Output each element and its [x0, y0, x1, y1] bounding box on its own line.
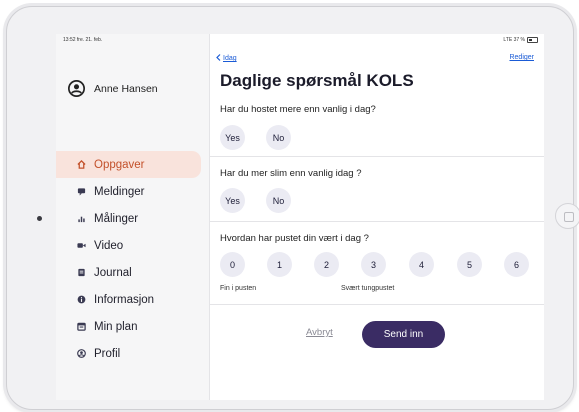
send-button[interactable]: Send inn: [362, 321, 445, 348]
user-avatar-icon: [68, 80, 85, 97]
divider: [210, 304, 544, 305]
sidebar-item-label: Informasjon: [94, 293, 155, 306]
scale-option-6[interactable]: 6: [504, 252, 529, 277]
status-indicators: LTE 37 %: [503, 37, 538, 43]
scale-option-4[interactable]: 4: [409, 252, 434, 277]
scale-min-label: Fin i pusten: [220, 285, 257, 292]
q1-no-button[interactable]: No: [266, 125, 291, 150]
scale-option-3[interactable]: 3: [361, 252, 386, 277]
sidebar-item-min-plan[interactable]: Min plan: [56, 313, 209, 340]
video-icon: [76, 240, 87, 251]
divider: [210, 156, 544, 157]
sidebar-item-label: Målinger: [94, 212, 139, 225]
sidebar-item-profil[interactable]: Profil: [56, 340, 209, 367]
chat-icon: [76, 186, 87, 197]
page-title: Daglige spørsmål KOLS: [220, 71, 414, 90]
sidebar-item-journal[interactable]: Journal: [56, 259, 209, 286]
info-icon: [76, 294, 87, 305]
sidebar-nav: Oppgaver Meldinger Målinger Video Journa…: [56, 151, 209, 367]
home-icon: [76, 159, 87, 170]
scale-option-0[interactable]: 0: [220, 252, 245, 277]
chevron-left-icon: [216, 54, 221, 63]
plan-icon: [76, 321, 87, 332]
app-screen: 13:52 fre. 21. feb. Anne Hansen Oppgaver: [56, 34, 544, 400]
scale-option-5[interactable]: 5: [457, 252, 482, 277]
user-profile[interactable]: Anne Hansen: [68, 80, 158, 97]
journal-icon: [76, 267, 87, 278]
back-link[interactable]: Idag: [216, 54, 237, 63]
home-button[interactable]: [555, 203, 579, 229]
signal-text: LTE 37 %: [503, 37, 525, 43]
sidebar-item-informasjon[interactable]: Informasjon: [56, 286, 209, 313]
divider: [210, 221, 544, 222]
bar-chart-icon: [76, 213, 87, 224]
q1-yes-button[interactable]: Yes: [220, 125, 245, 150]
sidebar-item-label: Video: [94, 239, 124, 252]
sidebar-item-oppgaver[interactable]: Oppgaver: [56, 151, 201, 178]
q2-no-button[interactable]: No: [266, 188, 291, 213]
scale-max-label: Svært tungpustet: [341, 285, 395, 292]
question-3-text: Hvordan har pustet din vært i dag ?: [220, 233, 369, 244]
sidebar-item-label: Profil: [94, 347, 121, 360]
person-icon: [76, 348, 87, 359]
q2-yes-button[interactable]: Yes: [220, 188, 245, 213]
sidebar-item-meldinger[interactable]: Meldinger: [56, 178, 209, 205]
cancel-button[interactable]: Avbryt: [306, 327, 333, 338]
edit-link[interactable]: Rediger: [509, 54, 534, 61]
sidebar-item-label: Journal: [94, 266, 132, 279]
user-name: Anne Hansen: [94, 82, 158, 95]
sidebar-item-video[interactable]: Video: [56, 232, 209, 259]
sidebar-item-label: Oppgaver: [94, 158, 145, 171]
main-content: LTE 37 % Idag Rediger Daglige spørsmål K…: [210, 34, 544, 400]
tablet-frame: 13:52 fre. 21. feb. Anne Hansen Oppgaver: [6, 6, 579, 410]
scale-option-2[interactable]: 2: [314, 252, 339, 277]
sidebar-item-malinger[interactable]: Målinger: [56, 205, 209, 232]
sidebar-item-label: Meldinger: [94, 185, 145, 198]
sidebar-item-label: Min plan: [94, 320, 138, 333]
sidebar: 13:52 fre. 21. feb. Anne Hansen Oppgaver: [56, 34, 210, 400]
question-1-text: Har du hostet mere enn vanlig i dag?: [220, 104, 376, 115]
status-time: 13:52 fre. 21. feb.: [63, 37, 103, 43]
battery-icon: [527, 37, 538, 43]
camera-dot: [37, 216, 42, 221]
scale-option-1[interactable]: 1: [267, 252, 292, 277]
back-label: Idag: [223, 55, 237, 62]
question-2-text: Har du mer slim enn vanlig idag ?: [220, 168, 362, 179]
